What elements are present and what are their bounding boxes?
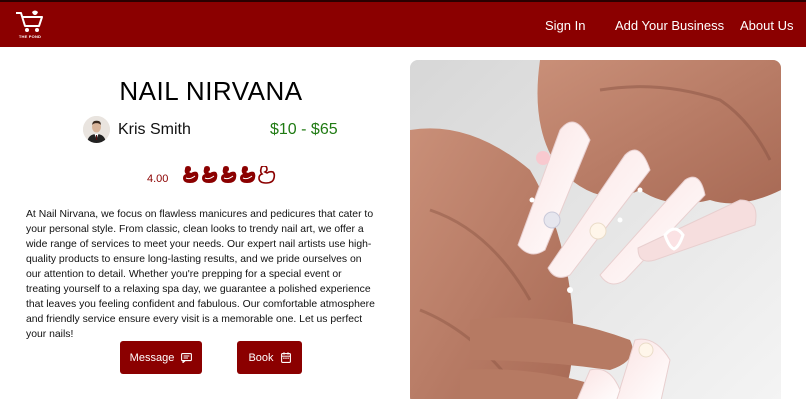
nav-add-your-business[interactable]: Add Your Business (615, 18, 724, 33)
duck-icon (219, 166, 238, 186)
chat-icon (181, 352, 193, 363)
message-button[interactable]: Message (120, 341, 202, 374)
book-button-label: Book (248, 351, 274, 364)
business-description: At Nail Nirvana, we focus on flawless ma… (26, 209, 375, 340)
duck-icon (257, 166, 276, 186)
business-title: NAIL NIRVANA (119, 76, 303, 106)
duck-rating (181, 166, 276, 186)
nav-about-us[interactable]: About Us (740, 18, 793, 33)
rating-value: 4.00 (147, 173, 169, 185)
business-photo (410, 60, 781, 399)
book-button[interactable]: Book (237, 341, 302, 374)
duck-icon (181, 166, 200, 186)
message-button-label: Message (129, 351, 175, 364)
duck-icon (238, 166, 257, 186)
owner-name: Kris Smith (118, 121, 191, 138)
top-nav-bar: THE POND Sign In Add Your Business About… (0, 0, 806, 47)
nav-sign-in[interactable]: Sign In (545, 18, 585, 33)
price-range: $10 - $65 (270, 121, 338, 138)
calendar-icon (280, 352, 291, 363)
logo-text: THE POND (18, 34, 42, 39)
owner-avatar (83, 116, 110, 143)
duck-icon (200, 166, 219, 186)
